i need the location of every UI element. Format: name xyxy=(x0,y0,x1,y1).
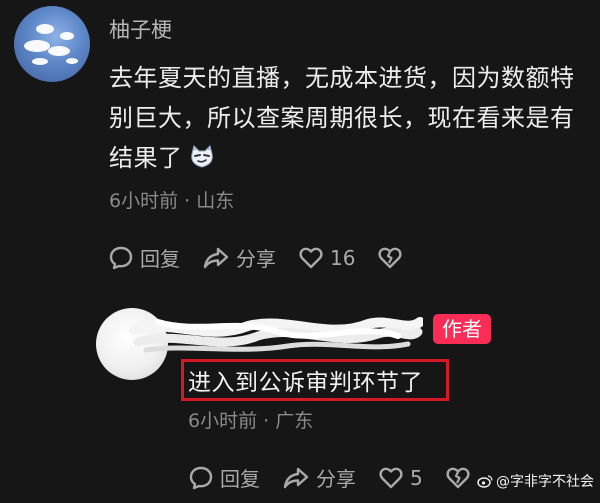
reply-like-button[interactable]: 5 xyxy=(378,466,423,490)
reply-button[interactable]: 回复 xyxy=(108,243,180,272)
reply-time: 6小时前 xyxy=(188,410,258,432)
comment-meta: 6小时前 · 山东 xyxy=(109,186,234,213)
comment-actions: 回复 分享 16 xyxy=(108,243,431,272)
share-label: 分享 xyxy=(236,247,276,271)
commenter-avatar[interactable] xyxy=(14,6,90,82)
weibo-logo-icon xyxy=(477,475,493,488)
reply-dislike-button[interactable] xyxy=(445,466,477,490)
meta-separator: · xyxy=(184,190,197,212)
reply-bubble-icon xyxy=(109,246,133,269)
share-label: 分享 xyxy=(316,467,356,491)
like-button[interactable]: 16 xyxy=(298,246,355,270)
comment-text: 去年夏天的直播，无成本进货，因为数额特别巨大，所以查案周期很长，现在看来是有结果… xyxy=(109,64,575,172)
heart-icon xyxy=(379,467,403,488)
like-count: 5 xyxy=(410,465,423,490)
dislike-button[interactable] xyxy=(377,246,409,270)
reply-body: 进入到公诉审判环节了 xyxy=(188,370,423,396)
author-badge: 作者 xyxy=(433,314,491,344)
meta-separator: · xyxy=(263,410,276,432)
comment-location: 山东 xyxy=(196,190,235,212)
comment-time: 6小时前 xyxy=(109,190,179,212)
share-arrow-icon xyxy=(203,247,229,268)
comment-body: 去年夏天的直播，无成本进货，因为数额特别巨大，所以查案周期很长，现在看来是有结果… xyxy=(109,58,587,178)
reply-share-button[interactable]: 分享 xyxy=(282,463,356,492)
watermark: @字非字不社会 xyxy=(477,471,594,491)
broken-heart-icon xyxy=(446,467,470,488)
reply-label: 回复 xyxy=(220,467,260,491)
watermark-text: @字非字不社会 xyxy=(496,474,594,490)
reply-actions: 回复 分享 5 xyxy=(188,463,499,492)
heart-icon xyxy=(299,247,323,268)
broken-heart-icon xyxy=(378,247,403,268)
reply-bubble-icon xyxy=(189,466,213,489)
reply-reply-button[interactable]: 回复 xyxy=(188,463,260,492)
smirk-cat-emoji-icon xyxy=(190,145,213,168)
share-button[interactable]: 分享 xyxy=(202,243,276,272)
redacted-username-scribble xyxy=(129,317,423,353)
reply-label: 回复 xyxy=(140,247,180,271)
like-count: 16 xyxy=(330,245,356,270)
share-arrow-icon xyxy=(283,467,309,488)
commenter-username[interactable]: 柚子梗 xyxy=(109,14,172,44)
reply-location: 广东 xyxy=(275,410,314,432)
reply-meta: 6小时前 · 广东 xyxy=(188,406,313,433)
